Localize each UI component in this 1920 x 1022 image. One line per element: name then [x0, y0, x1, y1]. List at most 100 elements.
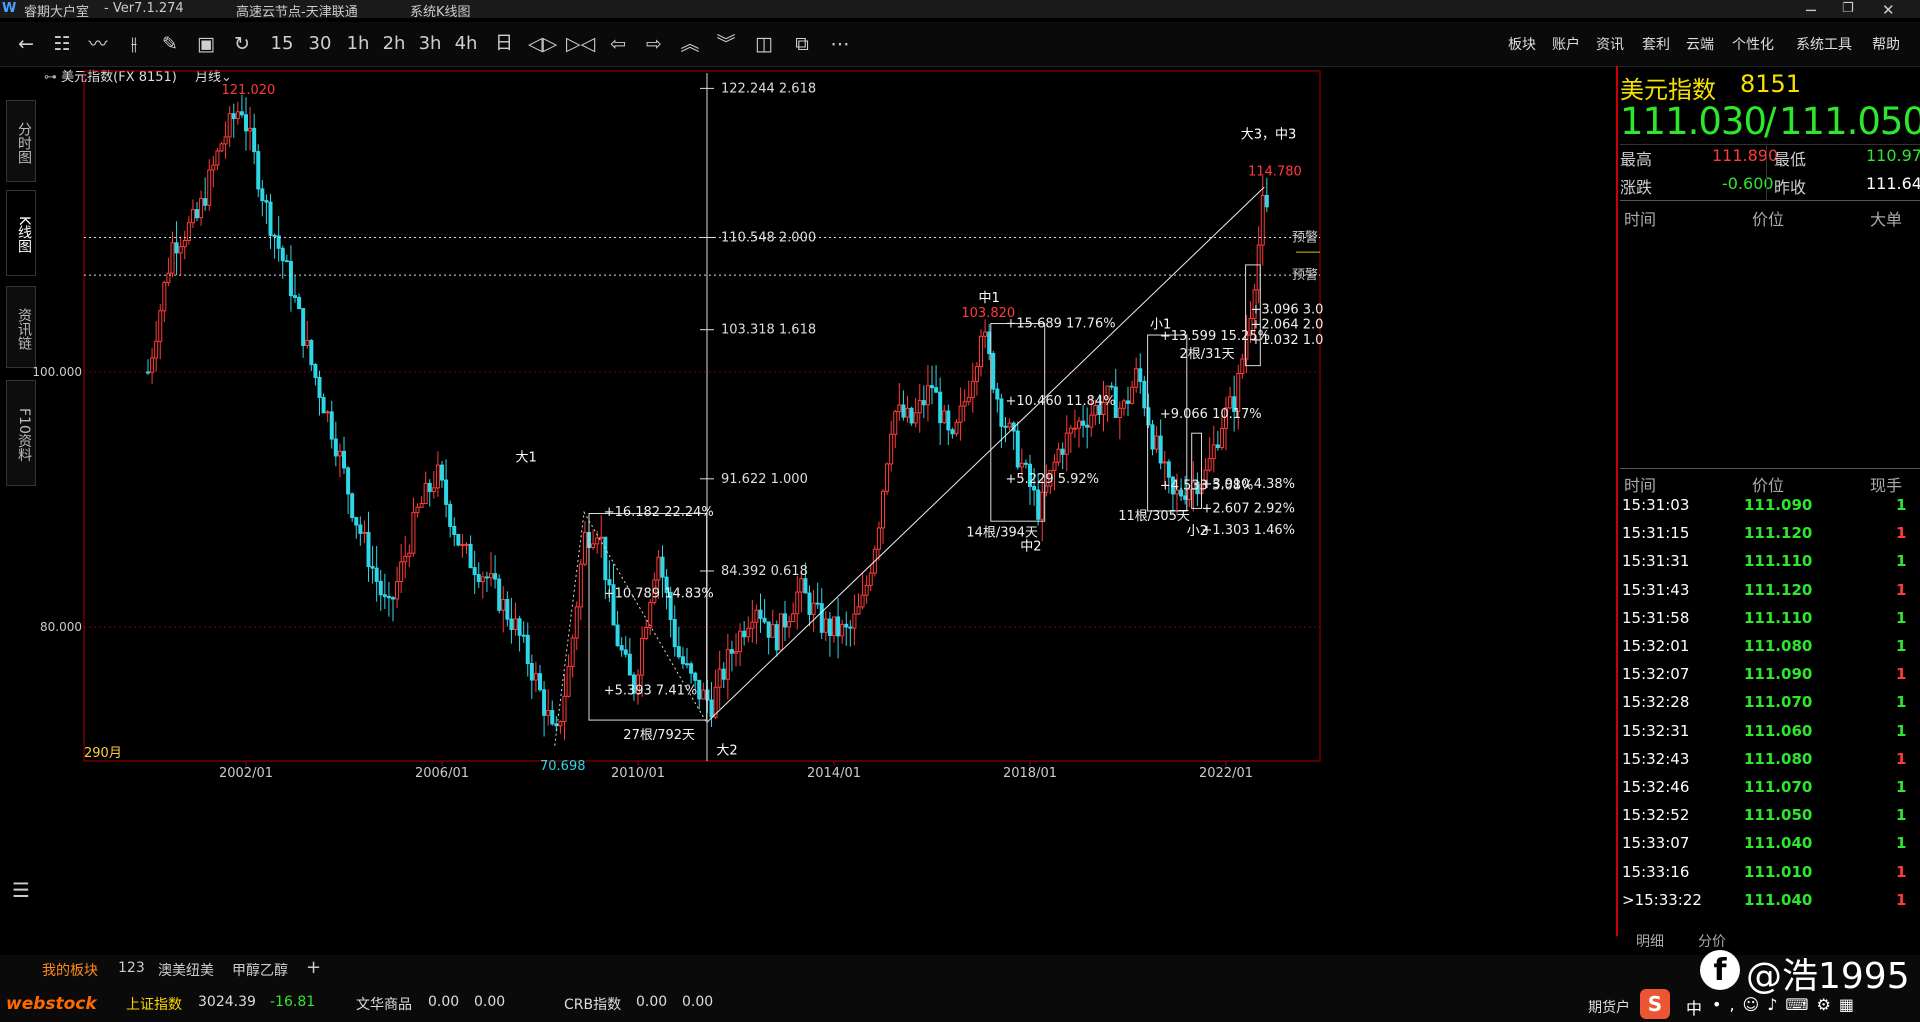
quote-slash: /	[1764, 100, 1777, 143]
menu-news[interactable]: 资讯	[1596, 34, 1624, 54]
candle-body	[399, 561, 404, 583]
candle-body	[272, 234, 277, 237]
tick-time: 15:33:16	[1622, 862, 1690, 881]
quote-ask: 111.050	[1779, 100, 1920, 143]
quote-list-icon[interactable]: ☷	[48, 30, 76, 58]
chevron-up-icon[interactable]: ︽	[676, 30, 704, 58]
tab-my-sector[interactable]: 我的板块	[42, 960, 98, 980]
period-4h-button[interactable]: 4h	[452, 30, 480, 58]
period-1h-button[interactable]: 1h	[344, 30, 372, 58]
tick-time: >15:33:22	[1622, 890, 1702, 909]
candle-body	[844, 623, 849, 628]
scroll-right-icon[interactable]: ⇨	[640, 30, 668, 58]
menu-account[interactable]: 账户	[1552, 34, 1580, 54]
candle-body	[264, 200, 269, 203]
candle-body	[448, 503, 453, 527]
candle-body	[252, 127, 257, 153]
candle-body	[178, 246, 183, 254]
menu-help[interactable]: 帮助	[1872, 34, 1900, 54]
candle-body	[852, 613, 857, 629]
candle-body	[493, 573, 498, 580]
toolbar: ← ☷ 〰 ⫲ ✎ ▣ ↻ 15 30 1h 2h 3h 4h 日 ◁▷ ▷◁ …	[0, 22, 1920, 67]
candle-body	[648, 602, 653, 628]
save-icon[interactable]: ▣	[192, 30, 220, 58]
tab-price-distribution[interactable]: 分价	[1698, 931, 1726, 951]
candle-body	[721, 668, 726, 680]
ticker-crb-name[interactable]: CRB指数	[564, 994, 621, 1014]
period-3h-button[interactable]: 3h	[416, 30, 444, 58]
candle-body	[1215, 444, 1220, 449]
menu-personalize[interactable]: 个性化	[1732, 34, 1774, 54]
candle-body	[795, 591, 800, 615]
tick-time: 15:31:31	[1622, 552, 1690, 571]
ticker-wh-name[interactable]: 文华商品	[356, 994, 412, 1014]
candlestick-icon[interactable]: ⫲	[120, 30, 148, 58]
candle-body	[1150, 424, 1155, 450]
period-30-button[interactable]: 30	[306, 30, 334, 58]
candle-body	[860, 594, 865, 608]
candle-body	[627, 653, 632, 676]
candle-body	[815, 602, 820, 605]
account-type[interactable]: 期货户	[1588, 997, 1630, 1017]
tick-header-price: 价位	[1752, 476, 1785, 495]
line-chart-icon[interactable]: 〰	[84, 30, 112, 58]
candle-body	[783, 613, 787, 628]
candle-body	[1117, 407, 1122, 418]
draw-tool-icon[interactable]: ✎	[156, 30, 184, 58]
period-day-button[interactable]: 日	[490, 30, 518, 58]
restore-icon[interactable]: ❐	[1842, 1, 1854, 16]
tick-time: 15:31:15	[1622, 524, 1690, 543]
ime-mode[interactable]: 中	[1686, 995, 1702, 1019]
candle-body	[309, 339, 314, 366]
candle-body	[938, 391, 943, 424]
period-15-button[interactable]: 15	[268, 30, 296, 58]
candle-body	[207, 169, 212, 206]
tick-price: 111.060	[1744, 721, 1813, 740]
minimize-icon[interactable]: ─	[1806, 1, 1816, 20]
kline-chart[interactable]: 100.000 80.000 2002/01 2006/01 2010/01 2014/0…	[0, 66, 1616, 955]
menu-system-tools[interactable]: 系统工具	[1796, 34, 1852, 54]
candle-body	[166, 272, 171, 284]
scroll-left-icon[interactable]: ⇦	[604, 30, 632, 58]
zoom-in-icon[interactable]: ◁▷	[528, 30, 557, 58]
zoom-out-icon[interactable]: ▷◁	[566, 30, 595, 58]
layout-icon[interactable]: ◫	[750, 30, 778, 58]
chevron-down-icon[interactable]: ︾	[712, 30, 740, 58]
tab-aud-nzd[interactable]: 澳美纽美	[158, 960, 214, 980]
candle-body	[881, 490, 885, 529]
high-price-label: 121.020	[222, 83, 276, 98]
low-value: 110.970	[1866, 146, 1920, 165]
tick-price: 111.120	[1744, 524, 1813, 543]
candle-body	[211, 164, 216, 171]
candle-body	[305, 339, 310, 346]
menu-sector[interactable]: 板块	[1508, 34, 1536, 54]
menu-arbitrage[interactable]: 套利	[1642, 34, 1670, 54]
tab-123[interactable]: 123	[118, 960, 145, 976]
candle-body	[1166, 461, 1171, 478]
measure-label: 27根/792天	[623, 728, 695, 743]
menu-cloud[interactable]: 云端	[1686, 34, 1714, 54]
tab-detail[interactable]: 明细	[1636, 931, 1664, 951]
refresh-icon[interactable]: ↻	[228, 30, 256, 58]
ticker-sh-name[interactable]: 上证指数	[126, 994, 182, 1014]
candle-body	[1085, 424, 1090, 428]
close-icon[interactable]: ✕	[1882, 1, 1895, 19]
candle-body	[582, 532, 587, 565]
add-tab-button[interactable]: +	[306, 957, 321, 978]
candle-body	[521, 634, 526, 637]
tab-methanol[interactable]: 甲醇乙醇	[232, 960, 288, 980]
tick-time: 15:32:46	[1622, 778, 1690, 796]
candle-body	[680, 656, 685, 665]
fib-level-label: 91.622 1.000	[721, 472, 808, 487]
back-arrow-icon[interactable]: ←	[12, 30, 40, 58]
candle-body	[1256, 244, 1261, 291]
period-2h-button[interactable]: 2h	[380, 30, 408, 58]
candle-body	[517, 618, 522, 636]
candle-body	[729, 649, 734, 654]
tick-volume: 1	[1896, 580, 1907, 599]
windows-icon[interactable]: ⧉	[788, 30, 816, 58]
candle-body	[644, 626, 649, 639]
candle-body	[734, 651, 738, 654]
more-icon[interactable]: ⋯	[826, 30, 854, 58]
candle-body	[248, 127, 253, 132]
